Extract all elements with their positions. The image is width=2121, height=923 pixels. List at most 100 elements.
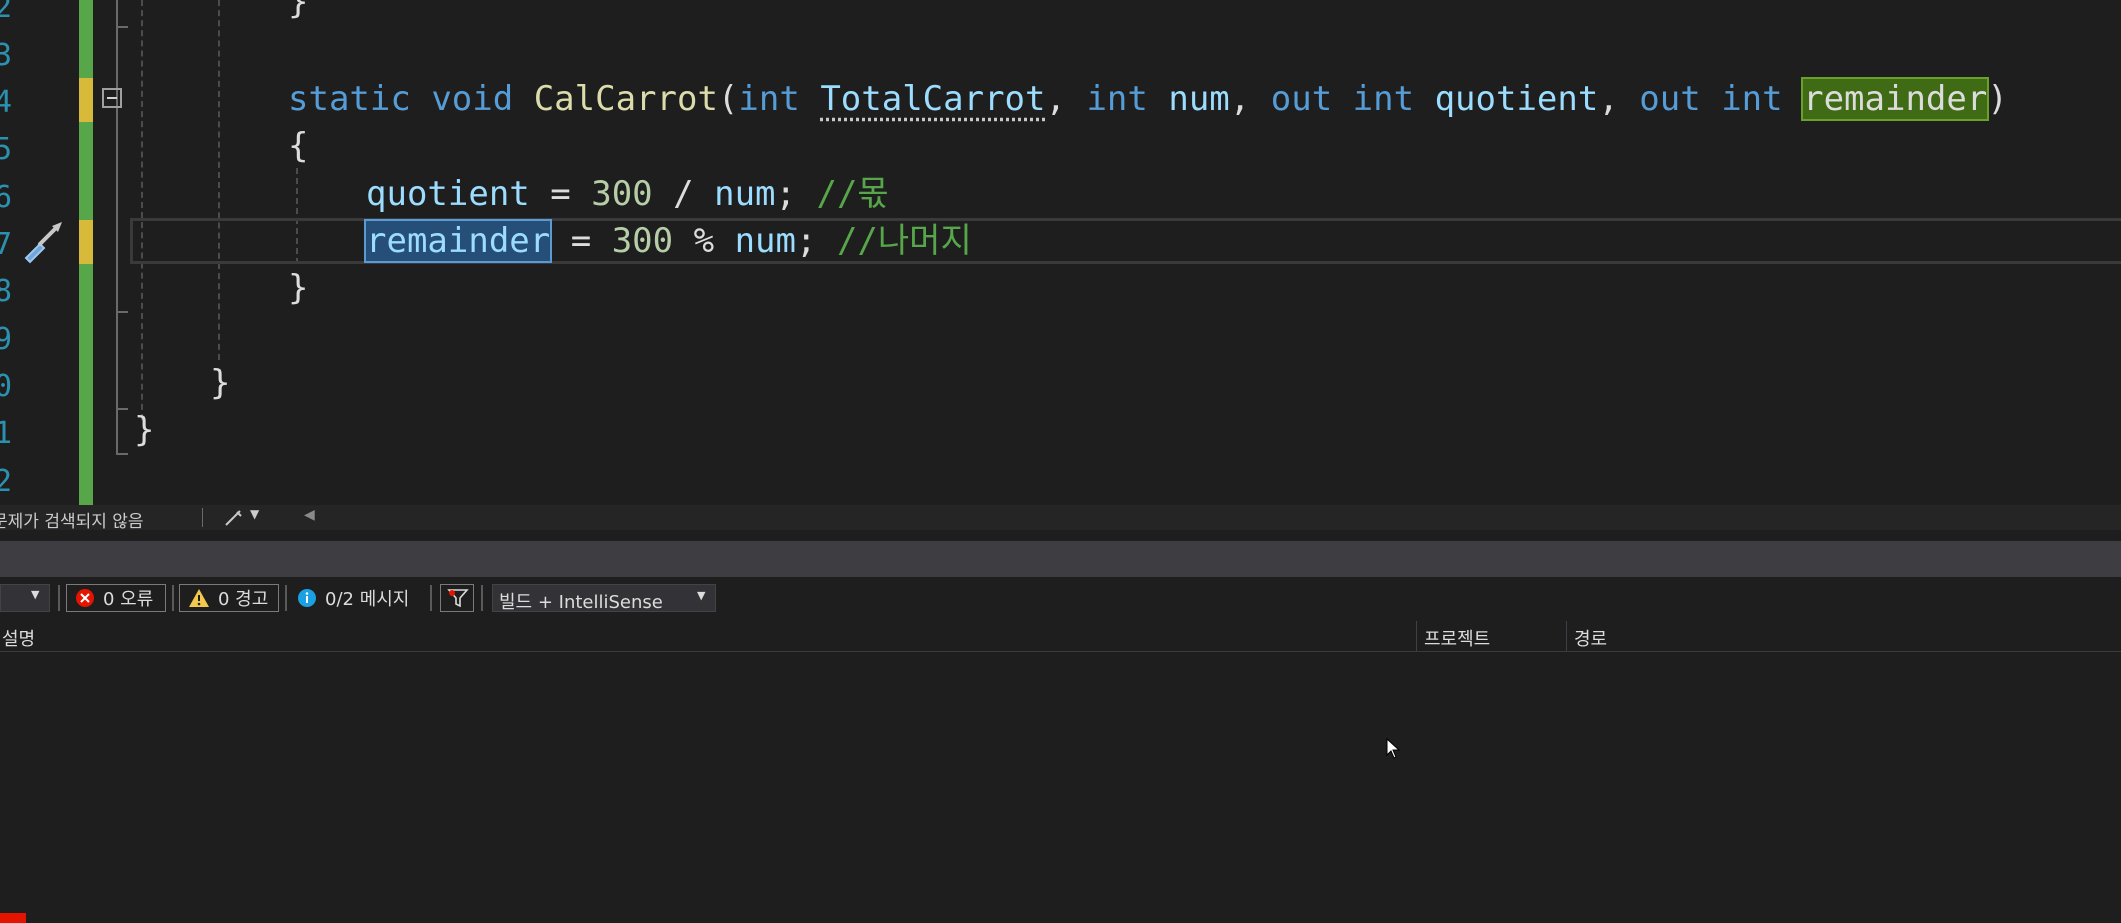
screwdriver-icon[interactable]: [18, 218, 66, 266]
line-number: 1: [0, 416, 13, 451]
divider: [202, 508, 203, 527]
keyword: int: [1352, 79, 1415, 119]
build-intellisense-dropdown[interactable]: 빌드 + IntelliSense ▼: [492, 584, 716, 613]
filter-button[interactable]: [440, 584, 474, 612]
keyword: int: [1721, 79, 1783, 119]
change-margin-unsaved: [79, 78, 93, 122]
code-line-brace: }: [134, 410, 155, 450]
solution-scope-dropdown[interactable]: ▼: [0, 584, 50, 612]
punctuation: ,: [1045, 79, 1066, 119]
outline-guide-tick: [116, 453, 128, 455]
operator: /: [673, 174, 694, 214]
line-number: 8: [0, 274, 13, 309]
warnings-filter-button[interactable]: 0 경고: [179, 584, 279, 612]
messages-count: 0/2 메시지: [325, 589, 410, 610]
selected-text: remainder: [363, 219, 553, 263]
dropdown-arrow-icon[interactable]: ▼: [250, 507, 259, 521]
line-number: 0: [0, 369, 13, 404]
toolbar-separator: [430, 585, 432, 611]
code-line-quotient: quotient = 300 / num; //몫: [366, 170, 889, 218]
variable: num: [734, 221, 796, 261]
punctuation: ;: [795, 221, 817, 261]
toolbar-separator: [481, 585, 483, 611]
code-cleanup-icon[interactable]: [224, 509, 244, 527]
errors-count: 0 오류: [103, 589, 154, 610]
indent-guide: [218, 0, 220, 360]
reference-highlight: remainder: [1801, 77, 1990, 121]
number: 300: [591, 174, 653, 214]
line-number: 7: [0, 227, 13, 262]
keyword: static: [288, 79, 411, 119]
line-number: 6: [0, 180, 13, 215]
variable: num: [714, 174, 776, 214]
code-line-brace: }: [288, 268, 309, 308]
dropdown-selected-value: 빌드 + IntelliSense: [499, 592, 663, 613]
operator: =: [550, 174, 571, 214]
comment: //나머지: [836, 221, 972, 261]
messages-filter-button[interactable]: 0/2 메시지: [297, 584, 409, 612]
code-editor[interactable]: 2 3 4 5 6 7 8 9 0 1 2 } static void CalC…: [0, 0, 2121, 505]
column-header-path[interactable]: 경로: [1574, 625, 1607, 651]
punctuation: (: [717, 79, 739, 119]
error-list-title-bar: [0, 541, 2121, 577]
variable: quotient: [366, 174, 530, 214]
punctuation: ,: [1229, 79, 1251, 119]
line-number: 2: [0, 464, 13, 499]
parameter-name: TotalCarrot: [820, 79, 1046, 119]
column-header-project[interactable]: 프로젝트: [1424, 625, 1490, 651]
error-icon: [76, 589, 94, 607]
punctuation: ): [1987, 79, 2008, 119]
warnings-count: 0 경고: [218, 589, 269, 610]
code-line-brace: }: [288, 0, 309, 22]
toolbar-separator: [58, 585, 60, 611]
line-number: 3: [0, 38, 13, 73]
operator: %: [693, 221, 715, 261]
keyword: int: [1086, 79, 1148, 119]
column-separator[interactable]: [1416, 621, 1417, 651]
outline-guide-tick: [116, 26, 128, 28]
toolbar-separator: [172, 585, 174, 611]
collapse-icon[interactable]: [102, 88, 122, 108]
outline-guide-tick: [116, 311, 128, 313]
column-header-description[interactable]: 설명: [2, 625, 35, 651]
error-list-grid-header: 설명 프로젝트 경로: [0, 621, 2121, 652]
editor-status-bar: 문제가 검색되지 않음 ▼ ◀: [0, 505, 2121, 532]
dropdown-arrow-icon: ▼: [697, 589, 706, 602]
code-line-brace: {: [288, 126, 309, 166]
keyword: out: [1270, 79, 1333, 119]
line-number: 2: [0, 0, 13, 25]
keyword: void: [431, 79, 514, 119]
scroll-left-icon[interactable]: ◀: [304, 507, 315, 523]
info-icon: [298, 589, 316, 607]
record-indicator: [0, 913, 26, 923]
outline-guide: [116, 0, 118, 455]
code-line-brace: }: [210, 363, 231, 403]
indent-guide: [141, 0, 143, 420]
outline-guide-tick: [116, 408, 128, 410]
column-separator[interactable]: [1566, 621, 1567, 651]
mouse-cursor-icon: [1386, 738, 1401, 759]
errors-filter-button[interactable]: 0 오류: [66, 584, 166, 612]
change-margin-unsaved: [79, 220, 93, 264]
toolbar-separator: [285, 585, 287, 611]
code-line-method-signature: static void CalCarrot(int TotalCarrot, i…: [288, 75, 2008, 123]
line-number: 9: [0, 322, 13, 357]
keyword: int: [738, 79, 800, 119]
comment: //몫: [816, 174, 889, 214]
keyword: out: [1639, 79, 1701, 119]
parameter-name: quotient: [1434, 79, 1599, 119]
method-name: CalCarrot: [533, 79, 718, 119]
warning-icon: [189, 589, 209, 607]
punctuation: ,: [1598, 79, 1619, 119]
code-line-remainder: remainder = 300 % num; //나머지: [363, 217, 972, 265]
operator: =: [570, 221, 592, 261]
punctuation: ;: [775, 174, 796, 214]
line-number: 5: [0, 132, 13, 167]
parameter-name: num: [1168, 79, 1230, 119]
issues-status-text[interactable]: 문제가 검색되지 않음: [0, 507, 144, 532]
line-number: 4: [0, 85, 13, 120]
filter-icon: [447, 589, 469, 608]
dropdown-arrow-icon: ▼: [31, 588, 40, 601]
number: 300: [611, 221, 674, 261]
error-list-toolbar: ▼ 0 오류 0 경고 0/2 메시지 빌드 + IntelliSense ▼: [0, 581, 2121, 615]
